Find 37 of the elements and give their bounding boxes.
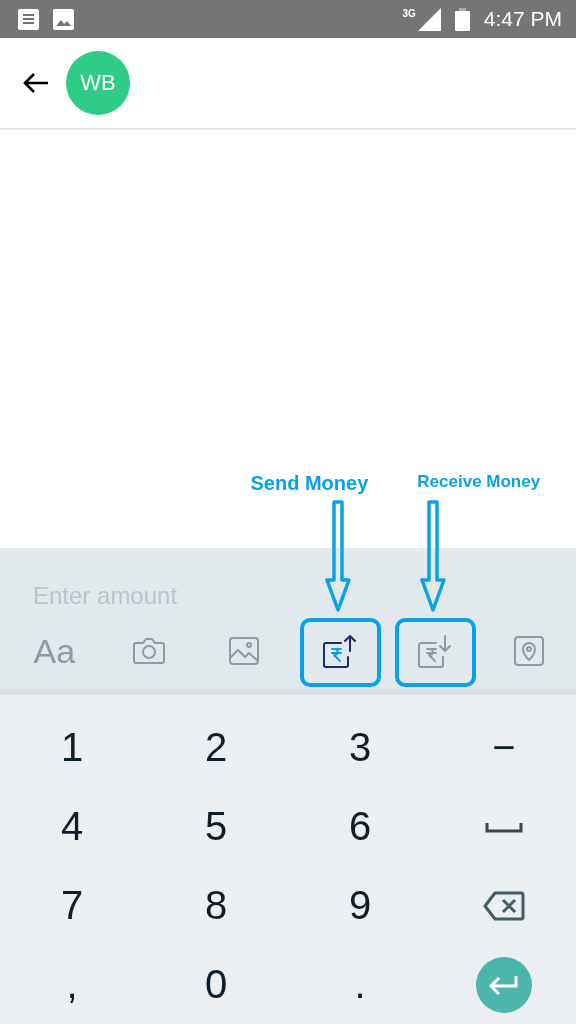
backspace-key[interactable] xyxy=(483,889,525,922)
keyboard-key[interactable]: 5 xyxy=(204,804,228,849)
clock: 4:47 PM xyxy=(483,7,562,31)
keyboard-key[interactable]: 9 xyxy=(348,883,372,928)
keyboard-key[interactable]: 1 xyxy=(60,725,84,770)
image-icon xyxy=(53,8,74,30)
battery-icon xyxy=(454,7,470,31)
keyboard-key[interactable]: 8 xyxy=(204,883,228,928)
keyboard-key[interactable]: 2 xyxy=(204,725,228,770)
keyboard-key[interactable]: , xyxy=(66,962,78,1007)
annotation-label: Receive Money xyxy=(417,472,541,492)
send-money-button[interactable] xyxy=(320,633,357,669)
image-icon xyxy=(228,636,261,666)
keyboard-key[interactable]: . xyxy=(354,962,366,1007)
network-type: 3G xyxy=(402,8,416,19)
return-icon xyxy=(488,973,520,996)
keyboard-key[interactable]: 3 xyxy=(348,725,372,770)
receive-money-button[interactable] xyxy=(415,633,452,669)
space-key[interactable] xyxy=(485,820,523,833)
keyboard-key[interactable]: − xyxy=(492,725,516,770)
rupee-up-arrow-icon xyxy=(320,633,357,669)
signal-icon xyxy=(417,7,441,31)
keyboard-key[interactable]: 4 xyxy=(60,804,84,849)
keyboard-key[interactable]: 6 xyxy=(348,804,372,849)
backspace-icon xyxy=(483,889,525,922)
rupee-down-arrow-icon xyxy=(415,633,452,669)
keyboard-key[interactable]: 7 xyxy=(60,883,84,928)
notes-icon xyxy=(18,8,39,30)
keyboard-key[interactable]: 0 xyxy=(204,962,228,1007)
back-arrow-icon[interactable] xyxy=(22,71,50,95)
camera-icon xyxy=(132,636,167,666)
location-pin-icon xyxy=(512,635,545,667)
annotation-label: Send Money xyxy=(250,472,369,495)
location-button[interactable] xyxy=(512,635,545,667)
gallery-button[interactable] xyxy=(228,636,261,666)
camera-button[interactable] xyxy=(132,636,167,666)
space-bar-icon xyxy=(485,820,523,833)
